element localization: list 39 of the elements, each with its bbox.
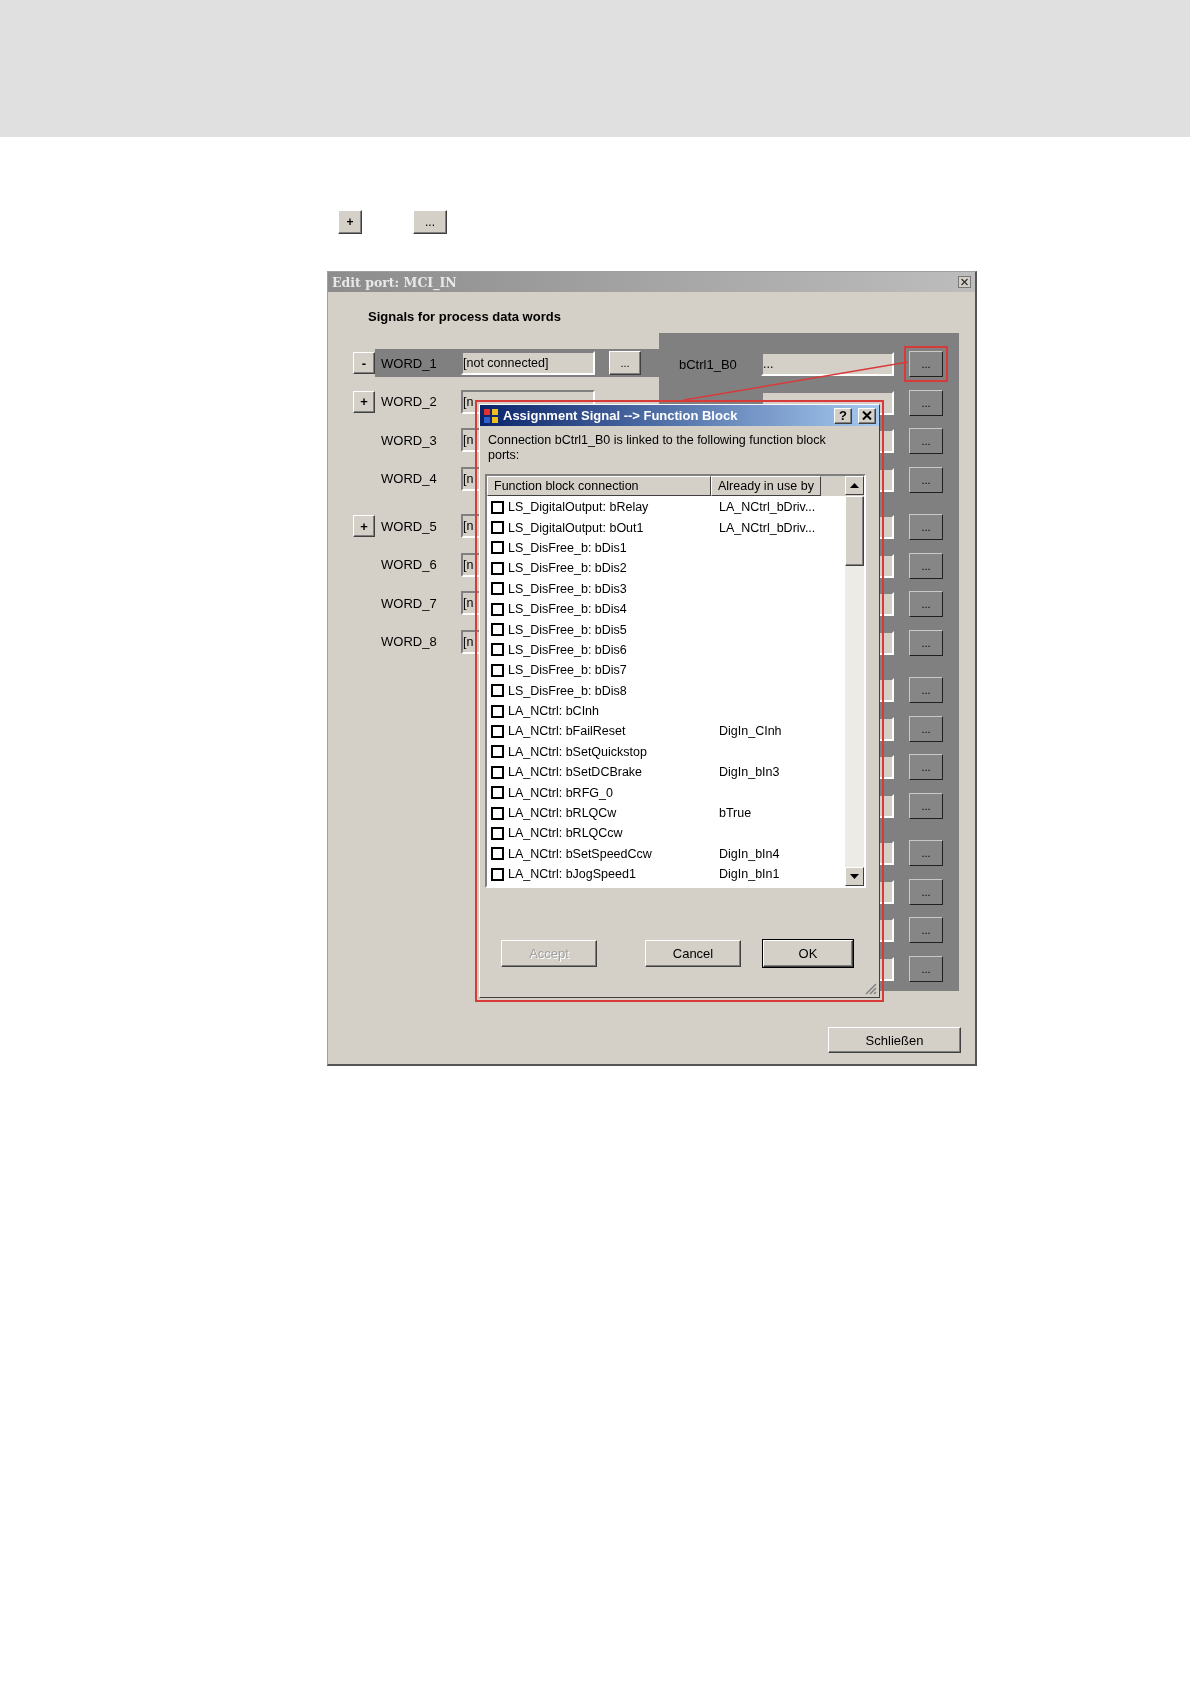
word-label: WORD_3 — [381, 432, 438, 448]
connection-name: LA_NCtrl: bFailReset — [508, 724, 626, 739]
connection-name: LA_NCtrl: bSetDCBrake — [508, 765, 643, 780]
word-label: WORD_7 — [381, 595, 438, 611]
connection-name: LA_NCtrl: bJogSpeed1 — [508, 867, 636, 882]
word-label: WORD_8 — [381, 634, 438, 650]
word-label: WORD_2 — [381, 394, 438, 410]
used-by-text: LA_NCtrl_bDriv... — [718, 500, 817, 515]
connection-name: LS_DisFree_b: bDis2 — [508, 561, 627, 576]
used-by-text: LA_NCtrl_bDriv... — [718, 520, 817, 535]
connection-name: LS_DisFree_b: bDis8 — [508, 683, 627, 698]
window-title: Edit port: MCI_IN — [332, 274, 457, 290]
used-by-text: DigIn_bIn3 — [718, 765, 781, 780]
word-label: WORD_4 — [381, 471, 438, 487]
connection-name: LS_DisFree_b: bDis4 — [508, 602, 627, 617]
used-by-text: DigIn_bIn4 — [718, 846, 781, 861]
connection-name: LA_NCtrl: bSetQuickstop — [508, 744, 647, 759]
word-label: WORD_6 — [381, 557, 438, 573]
word-label: WORD_5 — [381, 518, 438, 534]
used-by-text: DigIn_bIn1 — [718, 867, 781, 882]
message-text: Connection bCtrl1_B0 is linked to the following function block ports: — [488, 433, 827, 464]
connection-name: LS_DisFree_b: bDis3 — [508, 581, 627, 596]
port-label: bCtrl1_B0 — [679, 356, 738, 372]
connection-name: LS_DisFree_b: bDis5 — [508, 622, 627, 637]
connection-name: LS_DisFree_b: bDis6 — [508, 642, 627, 657]
connection-name: LS_DisFree_b: bDis7 — [508, 663, 627, 678]
word-label: WORD_1 — [381, 355, 438, 371]
used-by-text: bTrue — [718, 806, 753, 821]
connection-name: LS_DigitalOutput: bOut1 — [508, 520, 644, 535]
connection-name: LA_NCtrl: bSetSpeedCcw — [508, 846, 652, 861]
section-heading: Signals for process data words — [367, 308, 562, 326]
dialog-title: Assignment Signal --> Function Block — [503, 408, 739, 423]
connection-name: LA_NCtrl: bRFG_0 — [508, 785, 613, 800]
connection-name: LA_NCtrl: bRLQCw — [508, 806, 617, 821]
connection-name: LS_DigitalOutput: bRelay — [508, 500, 649, 515]
connection-name: LA_NCtrl: bRLQCcw — [508, 826, 623, 841]
used-by-text: DigIn_CInh — [718, 724, 783, 739]
connection-name: LS_DisFree_b: bDis1 — [508, 540, 627, 555]
connection-name: LA_NCtrl: bCInh — [508, 704, 599, 719]
